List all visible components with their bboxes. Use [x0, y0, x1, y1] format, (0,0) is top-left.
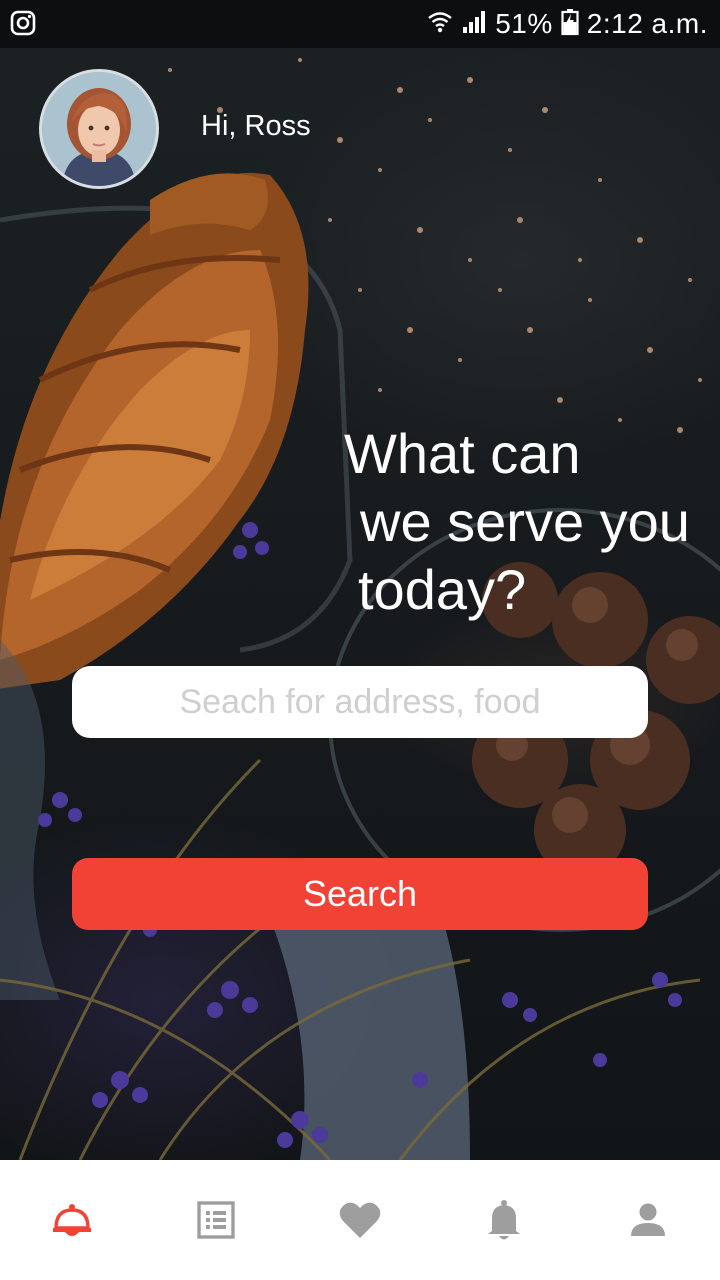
- cellular-signal-icon: [461, 9, 487, 40]
- menu-list-icon: [197, 1201, 235, 1239]
- hero-title-line-3: today?: [358, 558, 527, 621]
- wifi-icon: [427, 9, 453, 40]
- nav-item-notifications[interactable]: [432, 1160, 576, 1280]
- profile-icon: [631, 1203, 665, 1236]
- bottom-navigation: [0, 1160, 720, 1280]
- status-bar: 51% 2:12 a.m.: [0, 0, 720, 48]
- user-avatar-image: [42, 72, 156, 186]
- hero-title: What can we serve you today?: [344, 420, 714, 624]
- search-input[interactable]: [72, 666, 648, 738]
- battery-charging-icon: [561, 8, 579, 41]
- clock: 2:12 a.m.: [586, 8, 708, 39]
- instagram-icon: [10, 10, 36, 36]
- nav-item-profile[interactable]: [576, 1160, 720, 1280]
- heart-icon: [339, 1202, 381, 1238]
- avatar[interactable]: [39, 69, 159, 189]
- greeting-text: Hi, Ross: [201, 110, 311, 142]
- hero-title-line-1: What can: [344, 422, 581, 485]
- nav-item-home[interactable]: [0, 1160, 144, 1280]
- search-button[interactable]: Search: [72, 858, 648, 930]
- bell-icon: [488, 1200, 520, 1240]
- nav-item-orders[interactable]: [144, 1160, 288, 1280]
- nav-item-favorites[interactable]: [288, 1160, 432, 1280]
- cloche-icon: [53, 1204, 91, 1236]
- hero-title-line-2: we serve you: [360, 490, 690, 553]
- battery-percent: 51%: [495, 8, 553, 39]
